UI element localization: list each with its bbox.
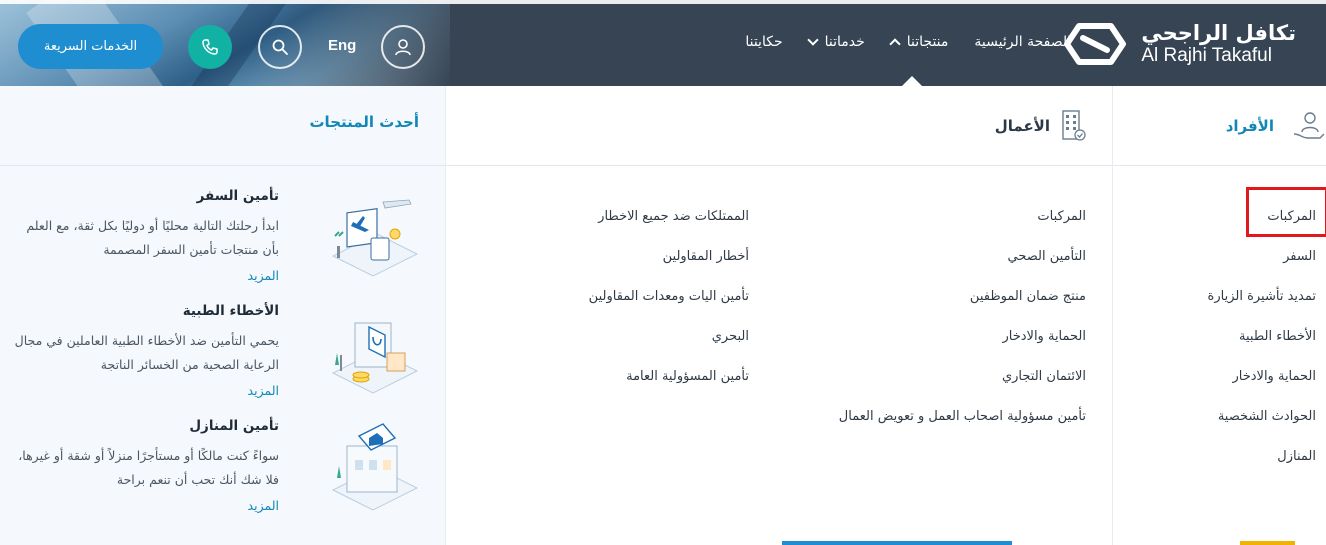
call-button[interactable] xyxy=(188,25,232,69)
business-title: الأعمال xyxy=(994,116,1050,135)
quick-services-button[interactable]: الخدمات السريعة xyxy=(18,24,163,69)
site-header: تكافل الراجحي Al Rajhi Takaful الصفحة ال… xyxy=(0,0,1326,86)
product-card-travel[interactable]: تأمين السفر ابدأ رحلتك التالية محليًا أو… xyxy=(0,186,445,301)
business-list-primary: المركبات التأمين الصحي منتج ضمان الموظفي… xyxy=(839,206,1086,446)
product-more-medical-link[interactable]: المزيد xyxy=(9,383,279,398)
individuals-item-vehicles[interactable]: المركبات xyxy=(1208,206,1316,246)
individuals-list: المركبات السفر تمديد تأشيرة الزيارة الأخ… xyxy=(1208,206,1316,486)
product-body-travel: تأمين السفر ابدأ رحلتك التالية محليًا أو… xyxy=(9,188,279,283)
product-title-travel: تأمين السفر xyxy=(196,188,279,204)
business-item-employer-liability[interactable]: تأمين مسؤولية اصحاب العمل و تعويض العمال xyxy=(839,406,1086,446)
business-item-marine[interactable]: البحري xyxy=(589,326,749,366)
main-navigation: الصفحة الرئيسية منتجاتنا خدماتنا حكايتنا xyxy=(745,34,1071,50)
language-switch[interactable]: Eng xyxy=(328,37,356,54)
travel-illustration-icon xyxy=(331,199,419,277)
nav-services-label: خدماتنا xyxy=(824,34,865,50)
brand-mark-icon xyxy=(1064,23,1127,65)
business-item-protection-savings[interactable]: الحماية والادخار xyxy=(839,326,1086,366)
product-desc-travel: ابدأ رحلتك التالية محليًا أو دوليًا بكل … xyxy=(26,218,279,257)
business-column: الأعمال المركبات التأمين الصحي منتج ضمان… xyxy=(445,86,1112,545)
underlying-page-edge xyxy=(0,541,1326,545)
individuals-item-medical-errors[interactable]: الأخطاء الطبية xyxy=(1208,326,1316,366)
individuals-item-personal-accidents[interactable]: الحوادث الشخصية xyxy=(1208,406,1316,446)
individuals-item-visa-extension[interactable]: تمديد تأشيرة الزيارة xyxy=(1208,286,1316,326)
brand-logo[interactable]: تكافل الراجحي Al Rajhi Takaful xyxy=(1063,18,1296,70)
nav-stories[interactable]: حكايتنا xyxy=(745,34,782,50)
latest-products-header: أحدث المنتجات xyxy=(0,86,445,166)
individuals-item-travel[interactable]: السفر xyxy=(1208,246,1316,286)
latest-products-title: أحدث المنتجات xyxy=(309,113,419,131)
account-button[interactable] xyxy=(381,25,425,69)
product-desc-home: سواءً كنت مالكًا أو مستأجرًا منزلاً أو ش… xyxy=(18,448,279,487)
product-body-medical: الأخطاء الطبية يحمي التأمين ضد الأخطاء ا… xyxy=(9,303,279,398)
product-title-home: تأمين المنازل xyxy=(189,418,279,434)
nav-services[interactable]: خدماتنا xyxy=(806,34,865,50)
product-body-home: تأمين المنازل سواءً كنت مالكًا أو مستأجر… xyxy=(9,418,279,513)
business-item-employee-guarantee[interactable]: منتج ضمان الموظفين xyxy=(839,286,1086,326)
product-title-medical: الأخطاء الطبية xyxy=(182,303,279,319)
individuals-column: الأفراد المركبات السفر تمديد تأشيرة الزي… xyxy=(1112,86,1326,545)
individuals-title: الأفراد xyxy=(1225,116,1274,135)
individuals-item-protection-savings[interactable]: الحماية والادخار xyxy=(1208,366,1316,406)
individuals-item-homes[interactable]: المنازل xyxy=(1208,446,1316,486)
business-item-health[interactable]: التأمين الصحي xyxy=(839,246,1086,286)
header-top-line xyxy=(0,0,1326,4)
search-icon xyxy=(272,39,288,55)
medical-illustration-icon xyxy=(331,322,419,394)
nav-products-label: منتجاتنا xyxy=(906,34,949,50)
nav-stories-label: حكايتنا xyxy=(745,34,783,50)
business-item-contractors-risks[interactable]: أخطار المقاولين xyxy=(589,246,749,286)
product-desc-medical: يحمي التأمين ضد الأخطاء الطبية العاملين … xyxy=(14,333,279,372)
underlying-blue-bar xyxy=(782,541,1012,545)
person-hand-icon xyxy=(1293,112,1325,139)
business-header[interactable]: الأعمال xyxy=(446,86,1112,166)
business-item-vehicles[interactable]: المركبات xyxy=(839,206,1086,246)
nav-home-label: الصفحة الرئيسية xyxy=(974,34,1071,50)
product-card-home[interactable]: تأمين المنازل سواءً كنت مالكًا أو مستأجر… xyxy=(0,416,445,531)
underlying-yellow-bar xyxy=(1240,541,1295,545)
brand-name-ar: تكافل الراجحي xyxy=(1141,21,1296,45)
product-card-medical[interactable]: الأخطاء الطبية يحمي التأمين ضد الأخطاء ا… xyxy=(0,301,445,416)
business-item-property-all-risks[interactable]: الممتلكات ضد جميع الاخطار xyxy=(589,206,749,246)
latest-products-column: أحدث المنتجات تأمين السفر ابدأ رحلتك الت… xyxy=(0,86,445,545)
brand-wordmark: تكافل الراجحي Al Rajhi Takaful xyxy=(1141,21,1296,67)
phone-icon xyxy=(202,39,218,55)
product-more-home-link[interactable]: المزيد xyxy=(9,498,279,513)
chevron-up-icon xyxy=(889,38,901,50)
search-button[interactable] xyxy=(258,25,302,69)
business-item-public-liability[interactable]: تأمين المسؤولية العامة xyxy=(589,366,749,406)
business-list-secondary: الممتلكات ضد جميع الاخطار أخطار المقاولي… xyxy=(589,206,749,406)
building-icon xyxy=(1062,110,1086,141)
chevron-down-icon xyxy=(806,34,819,46)
nav-products[interactable]: منتجاتنا xyxy=(889,34,949,50)
business-item-trade-credit[interactable]: الائتمان التجاري xyxy=(839,366,1086,406)
brand-name-en: Al Rajhi Takaful xyxy=(1141,45,1272,66)
products-mega-menu: الأفراد المركبات السفر تمديد تأشيرة الزي… xyxy=(0,86,1326,545)
user-icon xyxy=(395,39,411,56)
individuals-header[interactable]: الأفراد xyxy=(1113,86,1326,166)
nav-home[interactable]: الصفحة الرئيسية xyxy=(974,34,1071,50)
home-illustration-icon xyxy=(331,423,419,511)
business-item-contractors-equipment[interactable]: تأمين اليات ومعدات المقاولين xyxy=(589,286,749,326)
product-more-travel-link[interactable]: المزيد xyxy=(9,268,279,283)
dropdown-pointer-icon xyxy=(901,76,923,86)
